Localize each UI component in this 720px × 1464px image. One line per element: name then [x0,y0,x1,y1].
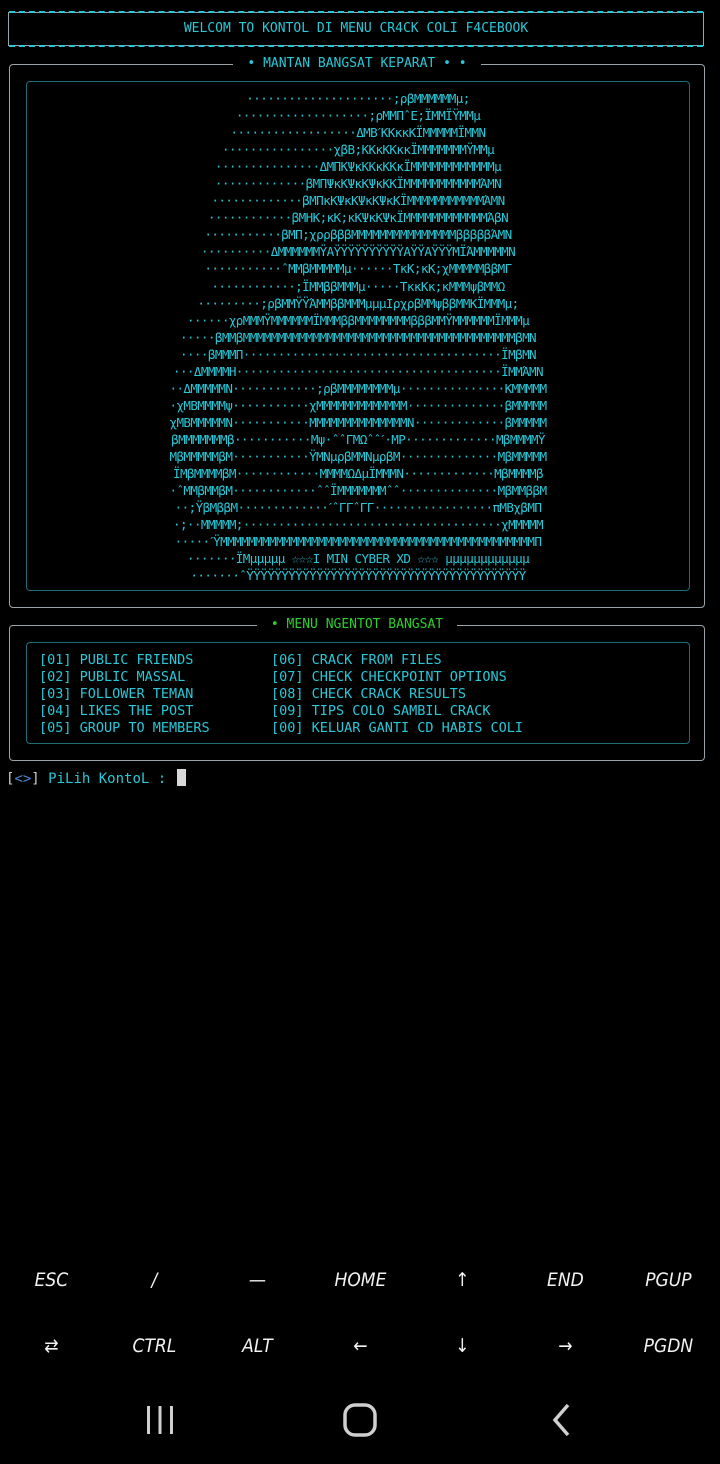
menu-panel: • MENU NGENTOT BANGSAT [01] PUBLIC FRIEN… [9,617,705,761]
ascii-art-line: ···············ΔMΠKΨκKKκKKκÏMMMMMMMMMMMM… [214,159,502,175]
ascii-art-line: ············βMHK;κK;κKΨκKΨκÏMMMMMMMMMMMM… [207,210,509,226]
ascii-art-line: βMMMMMMMβ···········Mψ·ˆˆΓMΩˆˆˊ·MP······… [171,431,545,447]
ascii-art-line: ·χMBMMMMψ···········χMMMMMMMMMMMMM······… [169,397,547,413]
ascii-art-line: ·····ˊŸMMMMMMMMMMMMMMMMMMMMMMMMMMMMMMMMM… [174,534,542,550]
ascii-art-line: ··ΔMMMMMN············;ρβMMMMMMMMμ·······… [169,380,547,396]
back-icon[interactable] [522,1384,602,1456]
key-alt[interactable]: ALT [211,1316,304,1376]
extra-keys-row-1: ESC / — HOME ↑ END PGUP [0,1250,720,1310]
menu-item-04: [04] LIKES THE POST [39,703,194,719]
key-tab-icon[interactable]: ⇄ [5,1316,98,1376]
ascii-art: ·····················;ρβMMMMMMμ; ········… [27,90,689,584]
menu-inner-box: [01] PUBLIC FRIENDS [02] PUBLIC MASSAL [… [26,642,690,744]
ascii-art-line: ·;··MMMMM;······························… [172,517,544,533]
menu-item-02: [02] PUBLIC MASSAL [39,669,186,685]
key-down-arrow[interactable]: ↓ [417,1316,510,1376]
ascii-art-line: ··········ΔMMMMMMŸΑŸŸŸŸŸŸŸŸŸŸΑŸŸΑŸŸŸMÏΆM… [200,244,516,260]
key-end[interactable]: END [519,1250,612,1310]
ascii-art-line: ···················;ρMMΠˆΕ;ÏMMÏŸMMμ [235,108,481,124]
menu-item-05: [05] GROUP TO MEMBERS [39,720,210,736]
header-banner: WELCOM TO KONTOL DI MENU CR4CK COLI F4CE… [8,11,704,47]
key-home[interactable]: HOME [314,1250,407,1310]
menu-item-06: [06] CRACK FROM FILES [271,652,442,668]
ascii-art-line: ·······ˆŸŸŸŸŸŸŸŸŸŸŸŸŸŸŸŸŸŸŸŸŸŸŸŸŸŸŸŸŸŸŸŸ… [190,568,526,584]
key-pgdn[interactable]: PGDN [622,1316,715,1376]
ascii-art-line: ····βMMMΠ·······························… [179,346,537,362]
ascii-art-line: ·····················;ρβMMMMMMμ; [246,91,470,106]
input-prompt[interactable]: [<>] PiLih KontoL : [6,769,186,787]
art-inner-box: ·····················;ρβMMMMMMμ; ········… [26,81,690,591]
menu-item-00: [00] KELUAR GANTI CD HABIS COLI [271,720,523,736]
prompt-label: PiLih KontoL : [39,771,175,787]
ascii-art-line: ···········βMΠ;χρρβββMMMMMMMMMMMMMMMββββ… [204,227,512,243]
prompt-symbol: <> [14,771,32,787]
ascii-art-line: ···········ˆMMβMMMMMμ······TκK;κK;χMMMMM… [204,261,512,277]
extra-keys-row-2: ⇄ CTRL ALT ← ↓ → PGDN [0,1316,720,1376]
ascii-art-line: ·········;ρβMMŸŸΆMMββMMMμμμIρχρβMMψββMMK… [197,295,519,311]
ascii-art-line: ·ˆMMβMMβM············ˆˆÏMMMMMMMˆˆ·······… [169,483,547,499]
key-ctrl[interactable]: CTRL [108,1316,201,1376]
ascii-art-line: ·······ÏMμμμμμ ☆☆☆I MIN CYBER XD ☆☆☆ μμμ… [186,551,530,567]
system-nav-bar [0,1384,720,1464]
menu-item-03: [03] FOLLOWER TEMAN [39,686,194,702]
menu-item-07: [07] CHECK CHECKPOINT OPTIONS [271,669,507,685]
prompt-close-bracket: ] [31,771,40,787]
menu-item-09: [09] TIPS COLO SAMBIL CRACK [271,703,491,719]
ascii-art-line: ······χρMMMŸMMMMMMÏMMMββMMMMMMMMβββMMŸMM… [186,312,530,328]
ascii-art-line: MβMMMMMβM···········ŸMNμρβMMNμρβM·······… [169,448,547,464]
key-dash[interactable]: — [211,1250,304,1310]
header-title: WELCOM TO KONTOL DI MENU CR4CK COLI F4CE… [183,21,529,36]
ascii-art-line: ···ΔMMMMH·······························… [172,363,544,379]
ascii-art-line: ·············βMΠκKΨκKΨκKΨκKÏMMMMMMMMMMMΆ… [211,193,505,209]
menu-item-08: [08] CHECK CRACK RESULTS [271,686,467,702]
ascii-art-line: ÏMβMMMMβM············MMMMΩΔμÏMMMN·······… [172,466,544,482]
home-icon[interactable] [320,1384,400,1456]
menu-item-01: [01] PUBLIC FRIENDS [39,652,194,668]
ascii-art-line: ·····βMMβMMMMMMMMMMMMMMMMMMMMMMMMMMMMMMM… [179,329,537,345]
key-right-arrow[interactable]: → [519,1316,612,1376]
key-esc[interactable]: ESC [5,1250,98,1310]
text-cursor[interactable] [176,769,186,786]
menu-panel-title: • MENU NGENTOT BANGSAT [256,617,458,632]
ascii-art-line: ················χβB;KKκKKκκÏMMMMMMMŸMMμ [221,142,495,158]
key-left-arrow[interactable]: ← [314,1316,407,1376]
ascii-art-line: ············;ÏMMββMMMμ·····TκκKκ;κMMMψβM… [211,278,505,294]
ascii-art-line: ··················ΔMBˊKKκκKÏMMMMMÏMMN [230,125,487,141]
art-panel-title: • MANTAN BANGSAT KEPARAT • • [233,56,481,71]
key-pgup[interactable]: PGUP [622,1250,715,1310]
recent-apps-icon[interactable] [120,1384,200,1456]
key-slash[interactable]: / [108,1250,201,1310]
ascii-art-line: ·············βMΠΨκKΨκKΨκKKÏMMMMMMMMMMMΆM… [214,176,502,192]
key-up-arrow[interactable]: ↑ [417,1250,510,1310]
ascii-art-line: χMBMMMMMN···········MMMMMMMMMMMMMMN·····… [169,414,547,430]
art-panel: • MANTAN BANGSAT KEPARAT • • ···········… [9,56,705,608]
ascii-art-line: ··;ŸβMββM·············ˊˆΓΓˆΓΓ···········… [174,500,542,516]
